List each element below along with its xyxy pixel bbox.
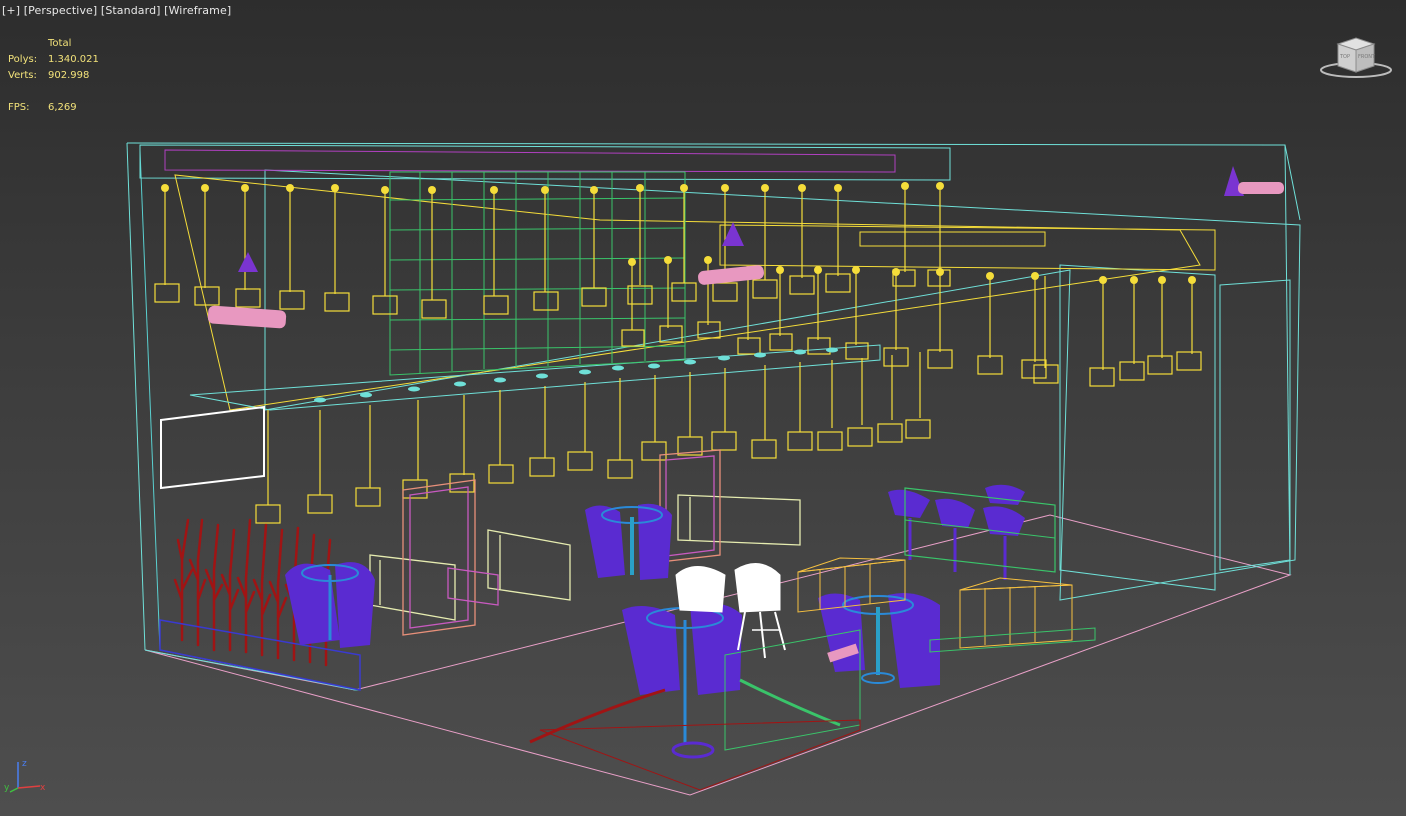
chair-group-center [585, 503, 672, 580]
chair-group-left [285, 562, 375, 648]
viewcube-face-label: FRONT [1358, 54, 1376, 60]
stats-total-header: Total [48, 38, 72, 49]
pendant-lamp [529, 386, 555, 477]
pendant-lamp [769, 270, 793, 351]
pendant-lamp [752, 190, 778, 299]
pendant-lamp [194, 190, 220, 306]
pendant-lamp [789, 190, 815, 295]
viewport-menu-button[interactable]: [+] [2, 4, 20, 17]
stats-spacer [8, 36, 48, 52]
pendant-lamp [533, 190, 559, 311]
pendant-lamp [905, 352, 931, 439]
pendant-lamp [488, 390, 514, 484]
axis-label-z: z [22, 759, 27, 769]
verts-value: 902.998 [48, 70, 90, 81]
stats-gap [8, 84, 99, 100]
pendant-lamp [255, 410, 281, 524]
fps-label: FPS: [8, 102, 30, 113]
wall-lamp-center [698, 222, 764, 285]
pendant-lamp [787, 362, 813, 451]
viewcube-icon[interactable]: TOP FRONT [1318, 34, 1394, 80]
statistics-overlay: Total Polys: 1.340.021 Verts: 902.998 FPS:… [8, 36, 99, 116]
chair-group-front [622, 602, 742, 759]
lamp-caps-upper [161, 182, 944, 194]
axis-label-x: x [40, 783, 46, 793]
pendant-lamp [711, 368, 737, 451]
polys-value: 1.340.021 [48, 54, 99, 65]
pendant-lamp [235, 190, 261, 308]
pendant-lamp [847, 358, 873, 447]
pendant-lamp [421, 190, 447, 319]
pendant-lamp [817, 360, 843, 451]
pendant-lamp [737, 270, 761, 355]
cream-benches [369, 494, 801, 621]
pendant-lamp [567, 382, 593, 471]
pendant-lamp [659, 262, 683, 343]
ceiling-beams [139, 144, 1216, 411]
viewport-perspective[interactable]: [+] [Perspective] [Standard] [Wireframe]… [0, 0, 1406, 816]
pendant-lamp [641, 375, 667, 461]
wall-lamp-right [1224, 166, 1284, 196]
pendant-lamp [1119, 280, 1145, 381]
bench-right [677, 494, 801, 546]
pendant-lamp [607, 378, 633, 479]
pendant-lamp [751, 365, 777, 459]
ceiling-strip-right [859, 231, 1046, 247]
wall-tv-panel [160, 405, 265, 490]
pendant-lamp [449, 395, 475, 493]
ceiling-beam-purple [164, 149, 896, 173]
viewcube-face-label: TOP [1339, 54, 1350, 60]
pendant-lamp [1089, 280, 1115, 387]
bench-left [369, 554, 456, 621]
pendant-lamp [671, 190, 697, 302]
pendant-lamp [1147, 280, 1173, 375]
pendant-lamp [825, 190, 851, 293]
pendant-lamps-lower [255, 352, 931, 524]
floor-zone [539, 719, 861, 791]
polys-label: Polys: [8, 54, 38, 65]
wireframe-scene[interactable] [0, 0, 1406, 816]
pendant-lamp [372, 190, 398, 315]
inner-partition [1219, 279, 1291, 571]
pendant-lamp [977, 276, 1003, 375]
verts-label: Verts: [8, 70, 37, 81]
pendant-lamp [677, 372, 703, 456]
axis-label-y: y [4, 783, 10, 793]
axis-tripod-icon: z y x [4, 759, 46, 793]
viewport-label: [+] [Perspective] [Standard] [Wireframe] [2, 4, 231, 17]
viewport-camera-menu[interactable]: [Perspective] [24, 4, 98, 17]
pendant-lamp [279, 190, 305, 310]
viewport-display-mode-menu[interactable]: [Wireframe] [164, 4, 231, 17]
fps-value: 6,269 [48, 102, 77, 113]
pendant-lamp [355, 405, 381, 507]
pendant-lamp [1176, 280, 1202, 371]
wall-lamps [207, 166, 1284, 329]
pendant-lamp [877, 355, 903, 443]
pendant-lamp [324, 190, 350, 312]
pendant-lamp [402, 400, 428, 499]
pendant-lamps-upper [154, 190, 951, 319]
room-edge-right [1284, 144, 1291, 576]
viewport-shading-preset-menu[interactable]: [Standard] [101, 4, 161, 17]
pendant-lamp [307, 410, 333, 514]
room-edge-top [126, 142, 1301, 221]
pendant-lamp [154, 190, 180, 303]
